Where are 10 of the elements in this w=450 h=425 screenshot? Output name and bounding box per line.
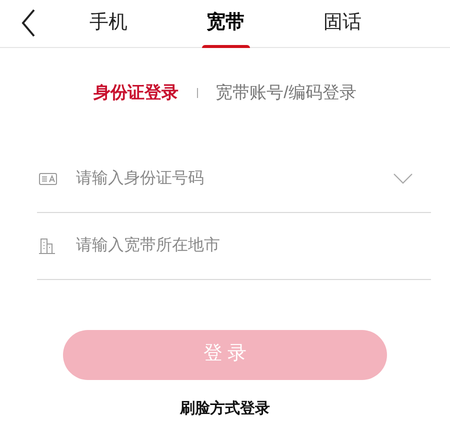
input-field[interactable]: 请输入身份证号码: [76, 166, 393, 190]
face-login-link[interactable]: 刷脸方式登录: [180, 398, 270, 420]
tab[interactable]: 手机: [50, 0, 167, 48]
tab[interactable]: 宽带: [167, 0, 284, 48]
tab[interactable]: 固话: [284, 0, 401, 48]
login-mode-tab[interactable]: 身份证登录: [94, 80, 179, 106]
id-card-icon: [39, 172, 57, 184]
input-field[interactable]: 请输入宽带所在地市: [76, 234, 413, 258]
building-icon: [39, 238, 55, 254]
login-mode-tab[interactable]: 宽带账号/编码登录: [216, 80, 356, 106]
